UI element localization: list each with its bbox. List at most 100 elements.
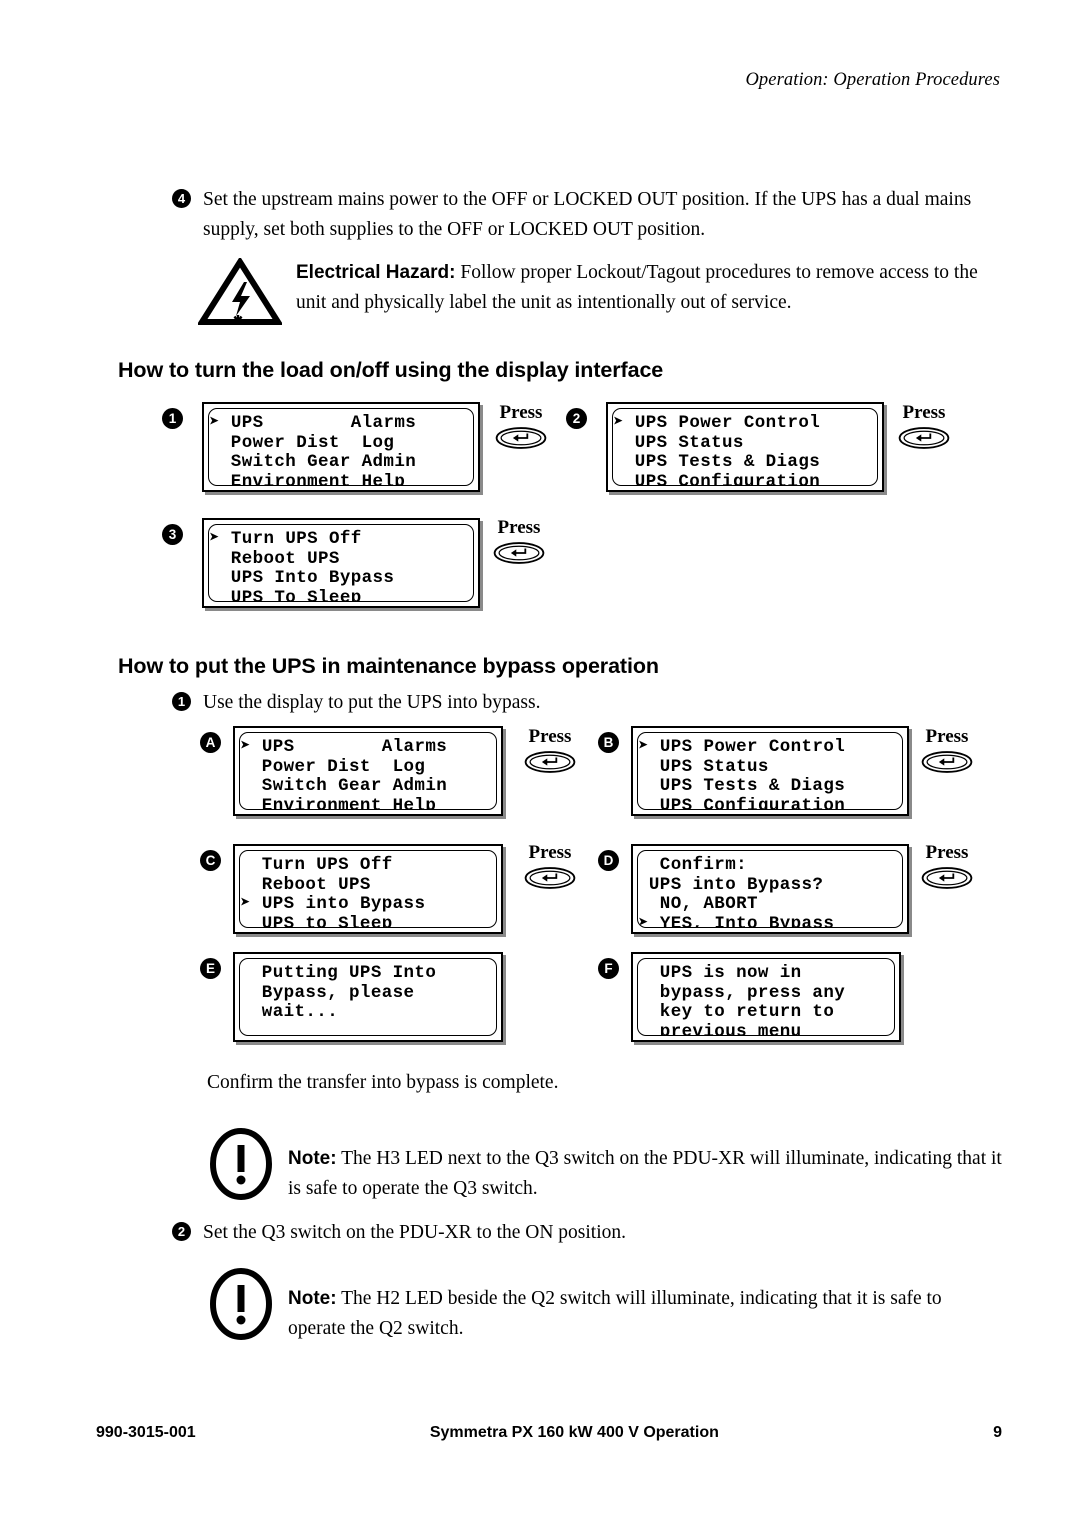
panel-group-a: A ➤ UPS Alarms Power Dist Log Switch Gea… <box>200 726 560 826</box>
press-label: Press <box>925 842 969 863</box>
note-exclamation-icon <box>208 1268 274 1340</box>
footer-page-number: 9 <box>993 1424 1002 1441</box>
step-bypass-2: 2 Set the Q3 switch on the PDU-XR to the… <box>172 1218 872 1248</box>
press-group-d[interactable]: Press <box>916 842 978 896</box>
panel-label-2: 2 <box>566 408 587 429</box>
step-number-marker: 1 <box>172 692 191 711</box>
panel-group-f: F UPS is now in bypass, press any key to… <box>598 952 958 1052</box>
panel-group-e: E Putting UPS Into Bypass, please wait..… <box>200 952 560 1052</box>
note-block-2: Note: The H2 LED beside the Q2 switch wi… <box>208 1268 1003 1344</box>
note-block-1: Note: The H3 LED next to the Q3 switch o… <box>208 1128 1003 1204</box>
step-number-marker: 4 <box>172 189 191 208</box>
enter-key-icon[interactable] <box>490 425 552 456</box>
press-group-a[interactable]: Press <box>519 726 581 780</box>
panel-label-e: E <box>200 958 221 979</box>
panel-label-3: 3 <box>162 524 183 545</box>
press-group-2[interactable]: Press <box>893 402 955 456</box>
panel-group-d: D Confirm: UPS into Bypass? NO, ABORT ➤ … <box>598 844 958 944</box>
lcd-line: ➤ UPS Alarms <box>209 413 417 433</box>
lcd-line: UPS Status <box>638 756 769 777</box>
enter-key-icon[interactable] <box>893 425 955 456</box>
enter-key-icon[interactable] <box>519 865 581 896</box>
confirm-transfer-text: Confirm the transfer into bypass is comp… <box>207 1072 559 1093</box>
press-group-c[interactable]: Press <box>519 842 581 896</box>
lcd-panel-f: UPS is now in bypass, press any key to r… <box>631 952 901 1042</box>
electrical-hazard-text: Electrical Hazard: Follow proper Lockout… <box>296 258 998 318</box>
lcd-line: UPS Status <box>613 432 744 453</box>
electrical-hazard-lead: Electrical Hazard: <box>296 262 456 283</box>
lcd-line: Confirm: <box>638 855 748 875</box>
note-text-2: Note: The H2 LED beside the Q2 switch wi… <box>288 1284 1003 1344</box>
step-text: Set the Q3 switch on the PDU-XR to the O… <box>203 1222 627 1243</box>
lcd-line: ➤ UPS Power Control <box>638 737 846 757</box>
lcd-line: ➤ YES, Into Bypass <box>638 913 835 928</box>
panel-group-b: B ➤ UPS Power Control UPS Status UPS Tes… <box>598 726 958 826</box>
footer-doc-number: 990-3015-001 <box>96 1424 196 1441</box>
lcd-line: ➤ UPS Power Control <box>613 413 821 433</box>
lcd-line: ➤ Turn UPS Off <box>209 529 362 549</box>
lcd-line: UPS into Bypass? <box>638 874 824 895</box>
heading-maintenance-bypass: How to put the UPS in maintenance bypass… <box>118 654 659 678</box>
step-text: Set the upstream mains power to the OFF … <box>203 189 972 240</box>
lcd-panel-3: ➤ Turn UPS Off Reboot UPS UPS Into Bypas… <box>202 518 480 608</box>
press-label: Press <box>925 726 969 747</box>
enter-key-icon[interactable] <box>488 540 550 571</box>
press-label: Press <box>528 726 572 747</box>
lcd-line: Bypass, please <box>240 982 415 1003</box>
lcd-line: wait... <box>240 1002 339 1022</box>
panel-group-c: C Turn UPS Off Reboot UPS ➤ UPS into Byp… <box>200 844 560 944</box>
note-text-1: Note: The H3 LED next to the Q3 switch o… <box>288 1144 1003 1204</box>
press-label: Press <box>902 402 946 423</box>
lcd-line: Switch Gear Admin <box>240 776 448 796</box>
panel-label-f: F <box>598 958 619 979</box>
lcd-line: Power Dist Log <box>209 432 395 453</box>
lcd-line: NO, ABORT <box>638 894 758 914</box>
lcd-line: UPS Configuration <box>613 471 821 486</box>
press-group-3[interactable]: Press <box>488 517 550 571</box>
press-label: Press <box>528 842 572 863</box>
lcd-line: Putting UPS Into <box>240 963 437 983</box>
step-text: Use the display to put the UPS into bypa… <box>203 692 541 713</box>
lcd-line: ➤ UPS Alarms <box>240 737 448 757</box>
panel-label-a: A <box>200 732 221 753</box>
lcd-line: UPS is now in <box>638 963 802 983</box>
lcd-panel-d: Confirm: UPS into Bypass? NO, ABORT ➤ YE… <box>631 844 909 934</box>
lcd-line: UPS to Sleep <box>240 913 393 928</box>
enter-key-icon[interactable] <box>519 749 581 780</box>
lcd-line: UPS Tests & Diags <box>638 776 846 796</box>
press-group-1[interactable]: Press <box>490 402 552 456</box>
lcd-line: Power Dist Log <box>240 756 426 777</box>
lcd-line: Environment Help <box>209 471 406 486</box>
lcd-line: bypass, press any <box>638 982 846 1003</box>
note-body: The H2 LED beside the Q2 switch will ill… <box>288 1288 942 1339</box>
lcd-panel-b: ➤ UPS Power Control UPS Status UPS Tests… <box>631 726 909 816</box>
lcd-panel-e: Putting UPS Into Bypass, please wait... <box>233 952 503 1042</box>
press-group-b[interactable]: Press <box>916 726 978 780</box>
enter-key-icon[interactable] <box>916 865 978 896</box>
lcd-line: Switch Gear Admin <box>209 452 417 472</box>
electrical-hazard-block: Electrical Hazard: Follow proper Lockout… <box>196 256 998 326</box>
enter-key-icon[interactable] <box>916 749 978 780</box>
note-lead: Note: <box>288 1288 337 1309</box>
lcd-panel-1: ➤ UPS Alarms Power Dist Log Switch Gear … <box>202 402 480 492</box>
note-body: The H3 LED next to the Q3 switch on the … <box>288 1148 1002 1199</box>
lcd-line: previous menu <box>638 1021 802 1036</box>
panel-label-c: C <box>200 850 221 871</box>
lcd-line: key to return to <box>638 1002 835 1022</box>
lcd-line: Reboot UPS <box>240 874 371 895</box>
electrical-hazard-triangle-icon <box>196 256 284 326</box>
lcd-line: ➤ UPS into Bypass <box>240 894 426 914</box>
press-label: Press <box>499 402 543 423</box>
lcd-panel-2: ➤ UPS Power Control UPS Status UPS Tests… <box>606 402 884 492</box>
step-4: 4 Set the upstream mains power to the OF… <box>172 185 997 245</box>
lcd-panel-a: ➤ UPS Alarms Power Dist Log Switch Gear … <box>233 726 503 816</box>
lcd-line: UPS Into Bypass <box>209 568 395 588</box>
lcd-line: Environment Help <box>240 795 437 810</box>
note-exclamation-icon <box>208 1128 274 1200</box>
lcd-line: UPS To Sleep <box>209 587 362 602</box>
lcd-line: UPS Tests & Diags <box>613 452 821 472</box>
step-bypass-1: 1 Use the display to put the UPS into by… <box>172 688 872 718</box>
lcd-line: Reboot UPS <box>209 548 340 569</box>
lcd-panel-c: Turn UPS Off Reboot UPS ➤ UPS into Bypas… <box>233 844 503 934</box>
press-label: Press <box>497 517 541 538</box>
